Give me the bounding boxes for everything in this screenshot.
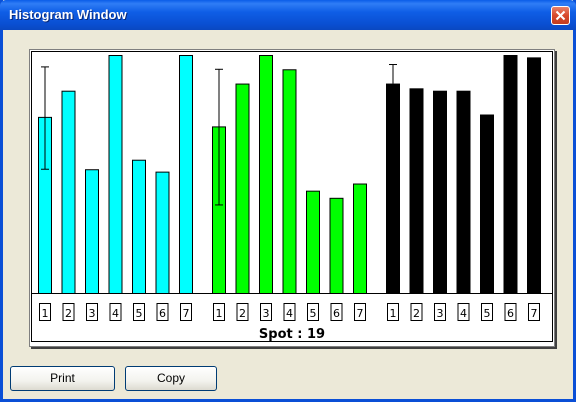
category-label: 2: [413, 307, 420, 320]
print-button[interactable]: Print: [10, 366, 115, 391]
title-bar[interactable]: Histogram Window: [0, 0, 576, 30]
category-label: 3: [89, 307, 96, 320]
histogram-bar: [132, 159, 146, 294]
histogram-bar: [155, 171, 170, 294]
histogram-bar: [235, 83, 250, 295]
category-label: 4: [460, 307, 467, 320]
histogram-plot: 1 2 3 4 5 6 7 1 2 3 4 5 6 7 1 2 3 4 5 6 7: [31, 51, 553, 342]
category-label: 5: [484, 307, 491, 320]
category-label: 1: [216, 307, 223, 320]
histogram-bar: [456, 90, 471, 295]
category-label: 3: [437, 307, 444, 320]
histogram-bar: [527, 57, 541, 294]
category-label: 5: [310, 307, 317, 320]
histogram-bar: [409, 88, 424, 294]
close-icon: [555, 10, 566, 21]
histogram-bar: [61, 90, 76, 295]
category-label: 2: [65, 307, 72, 320]
category-label: 5: [136, 307, 143, 320]
histogram-chart: 1 2 3 4 5 6 7 1 2 3 4 5 6 7 1 2 3 4 5 6 7 Spot : 19: [29, 49, 555, 347]
category-label: 1: [42, 307, 49, 320]
histogram-bar: [329, 197, 344, 294]
histogram-bar: [433, 90, 447, 295]
histogram-bar: [108, 55, 123, 294]
category-label: 4: [112, 307, 119, 320]
histogram-bar: [259, 55, 273, 294]
histogram-bar: [386, 83, 400, 295]
copy-button[interactable]: Copy: [125, 366, 217, 391]
histogram-bar: [306, 190, 320, 294]
category-label: 7: [531, 307, 538, 320]
histogram-bar: [503, 55, 518, 294]
close-button[interactable]: [551, 6, 570, 25]
category-label: 3: [263, 307, 270, 320]
category-label: 6: [333, 307, 340, 320]
category-label: 7: [357, 307, 364, 320]
category-label: 1: [390, 307, 397, 320]
spot-label: Spot : 19: [258, 327, 326, 342]
category-label: 6: [507, 307, 514, 320]
category-label: 2: [239, 307, 246, 320]
window-title: Histogram Window: [9, 7, 127, 22]
histogram-bar: [282, 69, 297, 295]
category-label: 7: [183, 307, 190, 320]
histogram-bar: [480, 114, 494, 294]
histogram-bar: [179, 55, 193, 294]
histogram-bar: [353, 183, 367, 295]
category-label: 6: [159, 307, 166, 320]
category-label: 4: [286, 307, 293, 320]
histogram-bar: [85, 169, 99, 294]
